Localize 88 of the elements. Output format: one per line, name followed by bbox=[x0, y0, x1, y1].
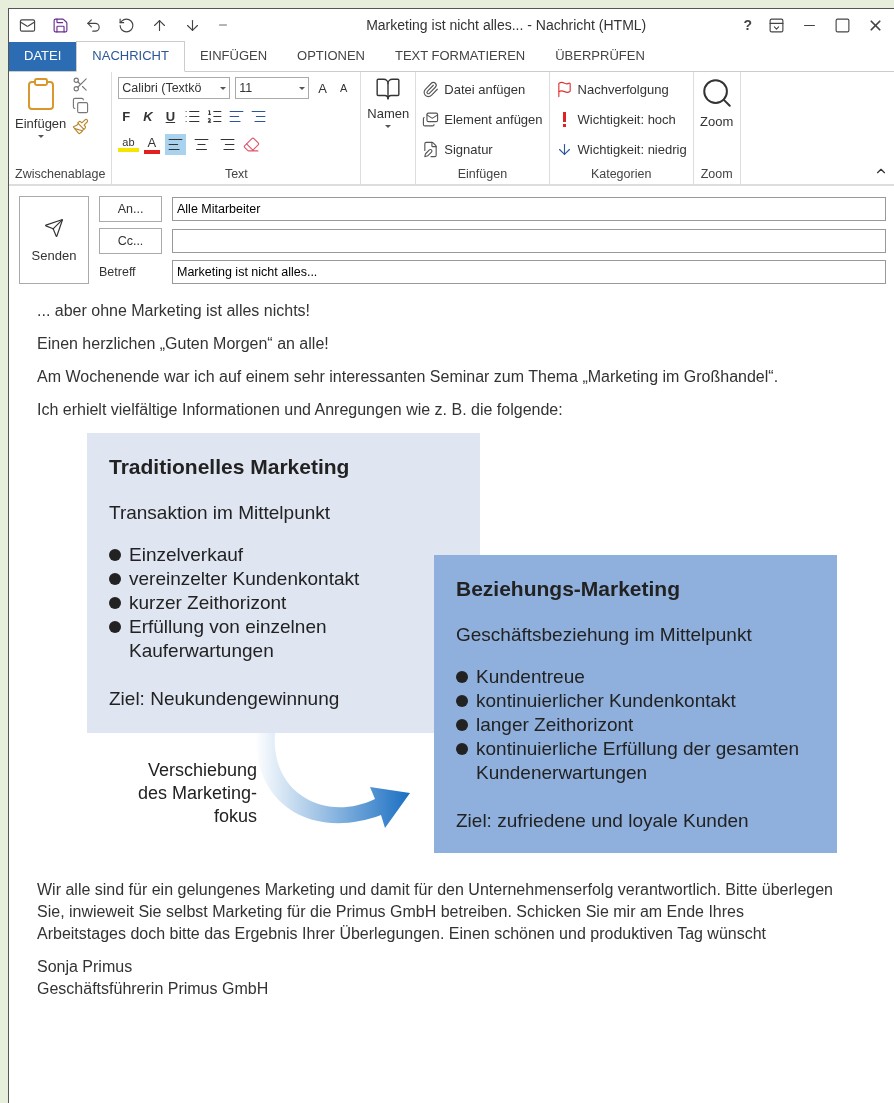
pen-document-icon bbox=[422, 140, 440, 158]
font-color-button[interactable]: A bbox=[143, 134, 161, 154]
category-item[interactable]: Wichtigkeit: hoch bbox=[555, 106, 676, 132]
card-title: Traditionelles Marketing bbox=[109, 455, 351, 479]
card-title: Beziehungs-Marketing bbox=[456, 577, 682, 601]
bullet-text: kurzer Zeithorizont bbox=[129, 591, 287, 615]
card-subtitle: Geschäftsbeziehung im Mittelpunkt bbox=[456, 623, 753, 647]
bullet-text: vereinzelter Kundenkontakt bbox=[129, 567, 360, 591]
bullet-icon bbox=[109, 621, 121, 633]
send-button[interactable]: Senden bbox=[19, 196, 89, 284]
bullet-text: langer Zeithorizont bbox=[476, 713, 634, 737]
numbering-icon[interactable] bbox=[206, 107, 224, 125]
group-label: Zoom bbox=[699, 166, 734, 183]
insert-item[interactable]: Datei anfügen bbox=[422, 76, 526, 102]
subject-field[interactable]: Marketing ist nicht alles... bbox=[172, 260, 886, 284]
bullet-icon bbox=[109, 549, 121, 561]
exclamation-icon bbox=[562, 111, 566, 127]
insert-item[interactable]: Element anfügen bbox=[422, 106, 543, 132]
align-button[interactable] bbox=[165, 133, 187, 155]
window-title: Marketing ist nicht alles... - Nachricht (HTML) bbox=[365, 17, 648, 33]
bullet-icon bbox=[456, 695, 468, 707]
ribbon-tab[interactable]: EINFÜGEN bbox=[184, 42, 283, 71]
bullet-icon bbox=[456, 743, 468, 755]
address-book-icon[interactable] bbox=[375, 76, 402, 102]
paragraph: Ich erhielt vielfältige Informationen und Anregungen wie z. B. die folgende: bbox=[37, 400, 564, 420]
paragraph: Einen herzlichen „Guten Morgen“ an alle! bbox=[37, 334, 330, 354]
group-label: Zwischenablage bbox=[15, 166, 106, 183]
paragraph: ... aber ohne Marketing ist alles nichts! bbox=[37, 301, 312, 321]
paragraph: Wir alle sind für ein gelungenes Marketing und damit für den Unternehmenserfolg verantwortlich. Bitte überlegen Sie, inwieweit Sie selbst Marketing für die Primus GmbH betreiben. Schicken Sie mir am Ende Ihres Arbeitstages doch bitte das Ergebnis Ihrer Überlegungen. Einen schönen und produktiven Tag wünscht bbox=[37, 880, 834, 944]
font-select[interactable]: Calibri (Textkö bbox=[118, 77, 231, 99]
italic-button[interactable]: K bbox=[139, 108, 157, 124]
bold-button[interactable]: F bbox=[118, 108, 135, 124]
card-goal: Ziel: zufriedene und loyale Kunden bbox=[456, 809, 750, 833]
paste-button[interactable]: Einfügen bbox=[15, 116, 67, 131]
save-icon[interactable] bbox=[52, 16, 69, 34]
ribbon-tab[interactable]: NACHRICHT bbox=[76, 41, 185, 72]
ribbon-tab[interactable]: ÜBERPRÜFEN bbox=[540, 42, 660, 71]
bullet-text: Erfüllung von einzelnen Kauferwartungen bbox=[129, 615, 328, 663]
copy-icon[interactable] bbox=[72, 97, 90, 114]
maximize-icon[interactable] bbox=[834, 16, 851, 34]
file-tab[interactable]: DATEI bbox=[9, 42, 77, 71]
arrow-label: Verschiebung des Marketing- fokus bbox=[136, 759, 257, 828]
ribbon-tab[interactable]: TEXT FORMATIEREN bbox=[379, 42, 541, 71]
card-subtitle: Transaktion im Mittelpunkt bbox=[109, 501, 332, 525]
shrink-font-button[interactable]: A bbox=[336, 82, 352, 94]
zoom-button[interactable]: Zoom bbox=[700, 114, 734, 129]
help-button[interactable]: ? bbox=[743, 17, 752, 33]
category-item[interactable]: Wichtigkeit: niedrig bbox=[555, 136, 687, 162]
highlight-button[interactable]: ab bbox=[118, 136, 139, 152]
bullet-text: kontinuierliche Erfüllung der gesamten Kundenerwartungen bbox=[476, 737, 801, 785]
brush-icon[interactable] bbox=[72, 118, 90, 135]
insert-item[interactable]: Signatur bbox=[422, 136, 493, 162]
eraser-icon[interactable] bbox=[243, 135, 261, 153]
recipient-field[interactable]: Alle Mitarbeiter bbox=[172, 197, 886, 221]
category-item[interactable]: Nachverfolgung bbox=[555, 76, 669, 102]
cut-icon[interactable] bbox=[72, 76, 90, 93]
paragraph: Am Wochenende war ich auf einem sehr interessanten Seminar zum Thema „Marketing im Großhandel“. bbox=[37, 367, 780, 387]
signature: Sonja Primus Geschäftsführerin Primus GmbH bbox=[37, 957, 270, 999]
flag-icon bbox=[555, 80, 573, 98]
bullet-icon bbox=[456, 719, 468, 731]
caret-icon[interactable] bbox=[37, 135, 44, 138]
mail-icon[interactable] bbox=[19, 16, 36, 34]
bullet-icon bbox=[109, 597, 121, 609]
group-label: Kategorien bbox=[589, 166, 653, 183]
bullet-text: kontinuierlicher Kundenkontakt bbox=[476, 689, 736, 713]
caret-icon[interactable] bbox=[385, 125, 392, 128]
ribbon-options-icon[interactable] bbox=[768, 16, 785, 34]
send-icon bbox=[44, 217, 64, 238]
envelopes-icon bbox=[422, 110, 440, 128]
subject-label: Betreff bbox=[99, 265, 137, 279]
recipient-button[interactable]: An... bbox=[99, 196, 162, 222]
group-label: Einfügen bbox=[456, 166, 509, 183]
bullet-text: Kundentreue bbox=[476, 665, 585, 689]
bullet-icon bbox=[456, 671, 468, 683]
size-select[interactable]: 11 bbox=[235, 77, 310, 99]
recipient-button[interactable]: Cc... bbox=[99, 228, 162, 254]
bullet-text: Einzelverkauf bbox=[129, 543, 244, 567]
bullet-icon bbox=[109, 573, 121, 585]
grow-font-button[interactable]: A bbox=[314, 80, 331, 96]
redo-icon[interactable] bbox=[118, 16, 135, 34]
card-goal: Ziel: Neukundengewinnung bbox=[109, 687, 341, 711]
group-label: Text bbox=[223, 166, 249, 183]
underline-button[interactable]: U bbox=[161, 108, 180, 124]
undo-icon[interactable] bbox=[85, 16, 102, 34]
names-button[interactable]: Namen bbox=[367, 106, 410, 121]
paperclip-icon bbox=[422, 80, 440, 98]
ribbon-tab[interactable]: OPTIONEN bbox=[282, 42, 380, 71]
recipient-field[interactable] bbox=[172, 229, 886, 253]
